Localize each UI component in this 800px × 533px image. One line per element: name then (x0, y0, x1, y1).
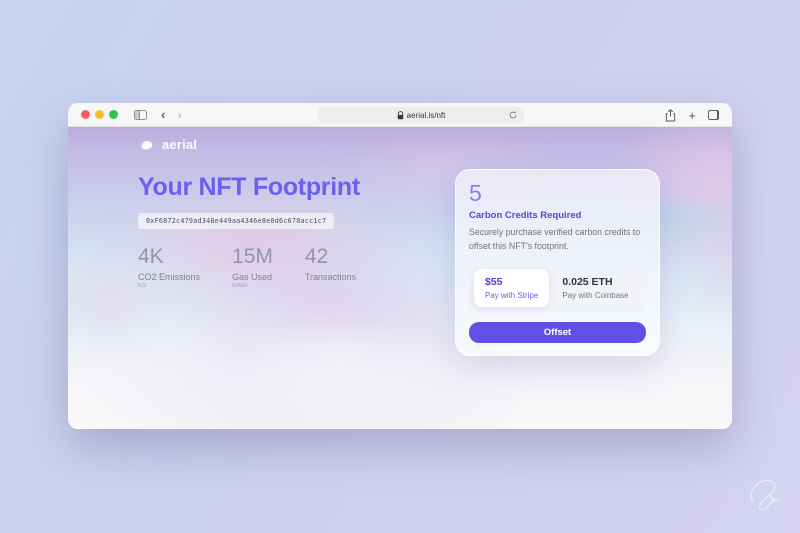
url-text: aerial.is/nft (406, 110, 446, 120)
footprint-stats: 4K CO2 Emissions KG 15M Gas Used GWEI 42… (138, 245, 356, 289)
stat-value: 4K (138, 245, 164, 268)
coinbase-amount: 0.025 ETH (562, 275, 613, 288)
cloud-decoration (668, 187, 732, 327)
credits-label: Carbon Credits Required (469, 210, 582, 222)
signature-mark (746, 470, 784, 517)
wallet-hash[interactable]: 0xF6872c479ad348e449aa4346e8e0d6c678acc1… (138, 213, 335, 229)
stripe-label: Pay with Stripe (485, 290, 539, 300)
stat-value: 15M (232, 245, 273, 268)
coinbase-label: Pay with Coinbase (562, 290, 629, 300)
stat-transactions: 42 Transactions (305, 245, 356, 289)
brand-logo[interactable]: aerial (140, 137, 197, 152)
stripe-amount: $55 (485, 275, 503, 288)
stat-label: Transactions (304, 272, 357, 282)
toolbar-right-icons: + (665, 103, 719, 127)
new-tab-icon[interactable]: + (688, 109, 696, 122)
stat-label: Gas Used (232, 272, 273, 282)
offset-button[interactable]: Offset (469, 321, 646, 343)
brand-name: aerial (162, 137, 198, 152)
page-content: aerial Your NFT Footprint 0xF6872c479ad3… (68, 127, 732, 428)
minimize-window-button[interactable] (95, 110, 104, 119)
pay-with-coinbase-option[interactable]: 0.025 ETH Pay with Coinbase (562, 276, 628, 300)
cloud-decoration (218, 317, 458, 428)
close-window-button[interactable] (81, 110, 90, 119)
stat-label: CO2 Emissions (138, 272, 201, 282)
carbon-offset-card: 5 Carbon Credits Required Securely purch… (455, 169, 660, 356)
lock-icon (397, 110, 403, 119)
tabs-icon[interactable] (708, 110, 719, 120)
pay-with-stripe-option[interactable]: $55 Pay with Stripe (474, 268, 550, 307)
zoom-window-button[interactable] (109, 110, 118, 119)
browser-toolbar: ‹ › aerial.is/nft + (68, 103, 732, 127)
sidebar-icon[interactable] (134, 109, 147, 120)
page-title: Your NFT Footprint (138, 173, 360, 201)
aerial-cloud-logo-icon (141, 140, 153, 150)
stat-value: 42 (304, 245, 329, 268)
back-icon[interactable]: ‹ (161, 108, 165, 121)
forward-icon[interactable]: › (177, 108, 181, 121)
browser-window: ‹ › aerial.is/nft + aerial Your NFT Foot… (68, 103, 732, 429)
stat-co2-emissions: 4K CO2 Emissions KG (138, 245, 200, 289)
window-controls (81, 110, 118, 119)
stat-unit: KG (138, 283, 147, 289)
stat-unit: GWEI (232, 283, 248, 289)
share-icon[interactable] (665, 108, 676, 122)
payment-options: $55 Pay with Stripe 0.025 ETH Pay with C… (469, 263, 646, 312)
credits-value: 5 (469, 180, 482, 206)
address-bar[interactable]: aerial.is/nft (318, 107, 524, 123)
card-description: Securely purchase verified carbon credit… (469, 227, 641, 251)
stat-gas-used: 15M Gas Used GWEI (232, 245, 273, 289)
reload-icon[interactable] (508, 110, 518, 120)
